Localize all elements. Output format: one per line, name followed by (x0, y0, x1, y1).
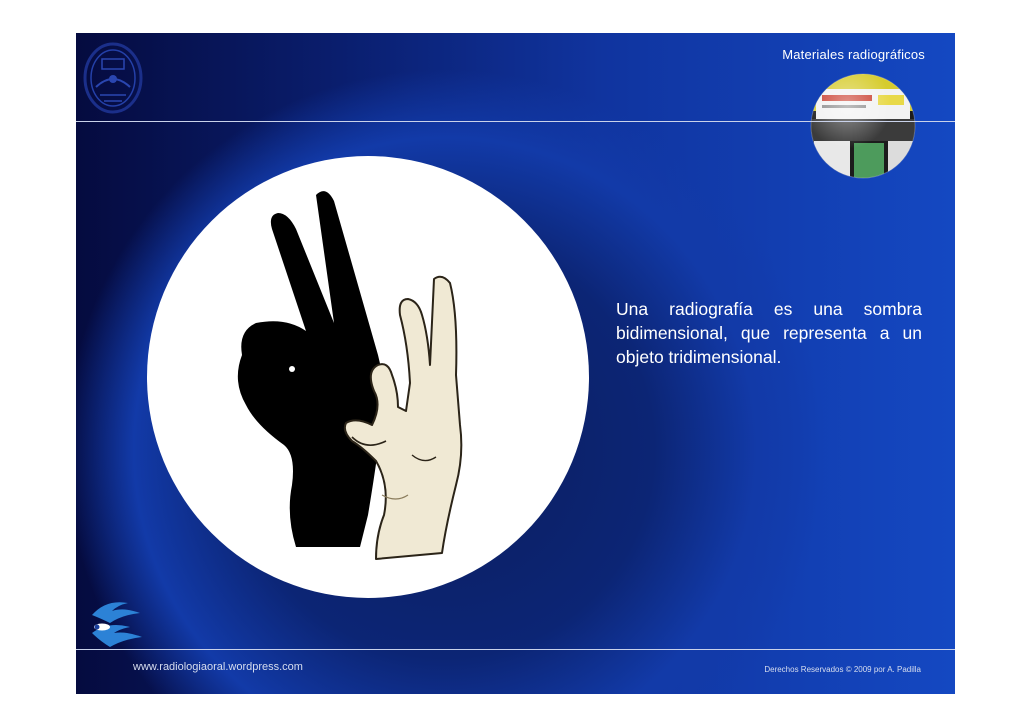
university-seal-icon (83, 42, 143, 114)
wave-logo-icon (92, 602, 142, 647)
footer-copyright: Derechos Reservados © 2009 por A. Padill… (764, 665, 921, 674)
header-divider (76, 121, 955, 122)
slide: Materiales radiográficos Una radiografía… (76, 33, 955, 694)
radiographic-film-box-globe-icon (810, 73, 916, 179)
footer-divider (76, 649, 955, 650)
header-title: Materiales radiográficos (782, 47, 925, 62)
main-text: Una radiografía es una sombra bidimensio… (616, 299, 922, 367)
footer-url[interactable]: www.radiologiaoral.wordpress.com (133, 661, 303, 673)
hand-shadow-rabbit-illustration (147, 156, 589, 598)
